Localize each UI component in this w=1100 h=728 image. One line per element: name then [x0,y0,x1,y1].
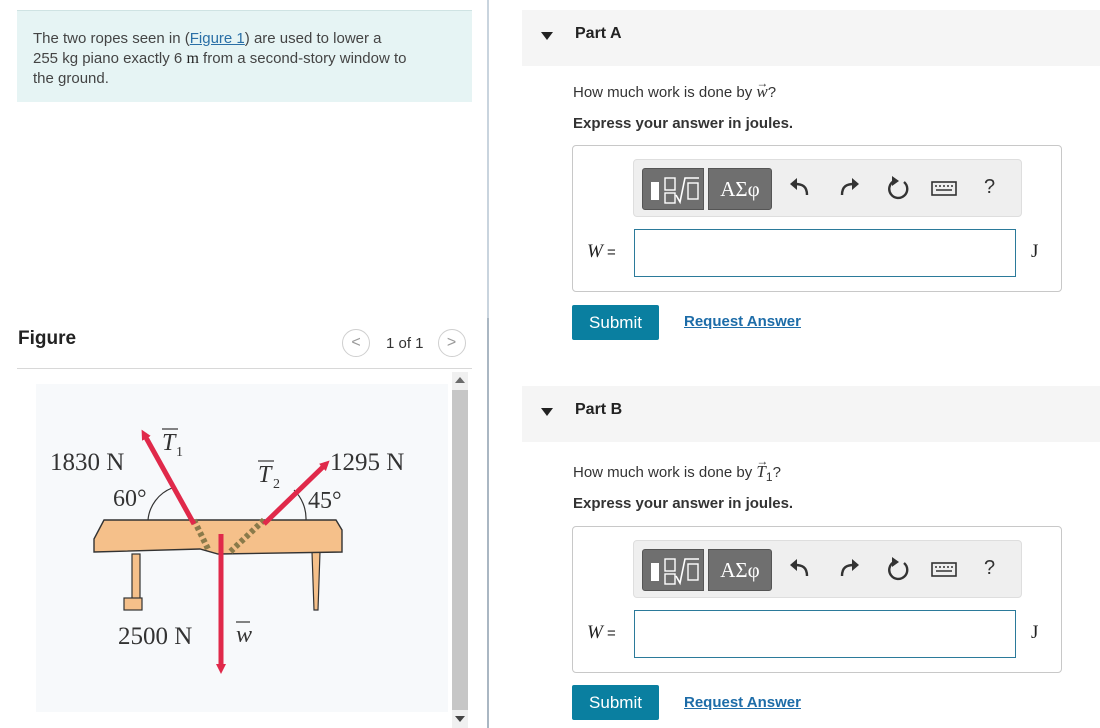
part-b-question: How much work is done by T → 1? [573,454,781,484]
part-a-question-end: ? [767,84,777,101]
templates-button[interactable] [642,549,704,591]
vector-arrow-icon: → [756,454,769,468]
part-a-input-label: W = [587,241,616,263]
piano-force-diagram: 1830 N 60° T 1 T 2 1295 N 45° 2500 N w [50,428,404,674]
figure-scrollbar[interactable] [452,372,468,728]
part-b-question-var: T → [756,454,768,481]
part-b-input-label: W = [587,622,616,644]
vector-arrow-icon: → [756,76,769,90]
scroll-down-arrow-icon[interactable] [455,716,465,722]
greek-symbols-button[interactable]: ΑΣφ [708,549,772,591]
part-a-answer-input[interactable] [634,229,1016,277]
part-a-request-answer-link[interactable]: Request Answer [684,313,801,330]
piano-pedal [123,597,143,611]
angle2-label: 45° [308,488,342,514]
part-b-question-end: ? [772,464,781,481]
problem-text-4: from a second-story window to [198,50,407,67]
scroll-thumb[interactable] [452,390,468,710]
reset-icon[interactable] [884,174,912,202]
part-a-question-var: w → [756,76,768,101]
keyboard-icon[interactable] [930,555,958,583]
part-b-submit-button[interactable]: Submit [572,685,659,720]
prev-figure-button[interactable]: < [342,329,370,357]
figure-pager: < 1 of 1 > [342,328,466,358]
part-a-submit-button[interactable]: Submit [572,305,659,340]
templates-button[interactable] [642,168,704,210]
force2-label: 1295 N [330,449,404,476]
part-b-answer-box: ΑΣφ ? W = J [572,526,1062,673]
problem-unit: m [186,50,199,67]
part-b-equals: = [602,625,616,642]
angle-arc-60 [147,487,173,521]
collapse-triangle-icon[interactable] [541,408,553,416]
part-a-title: Part A [575,25,622,42]
redo-icon[interactable] [835,174,863,202]
part-a-unit: J [1031,241,1039,262]
part-b-question-text: How much work is done by [573,464,757,481]
templates-icon [651,558,699,586]
keyboard-icon[interactable] [930,174,958,202]
figure-link[interactable]: Figure 1 [190,30,245,47]
t1-label: T [162,430,177,456]
figure-heading: Figure [18,328,77,349]
problem-text-2: ) are used to lower a [244,30,382,47]
templates-icon [651,177,699,205]
angle1-label: 60° [113,486,147,512]
part-a-instruction: Express your answer in joules. [573,115,794,132]
part-a-question: How much work is done by w →? [573,76,777,104]
scroll-up-arrow-icon[interactable] [455,377,465,383]
part-a-math-toolbar: ΑΣφ ? [633,159,1022,217]
part-b-unit: J [1031,622,1039,643]
part-b-answer-input[interactable] [634,610,1016,658]
part-b-instruction: Express your answer in joules. [573,495,794,512]
t2-sub-label: 2 [273,477,280,492]
weight-label: 2500 N [118,623,192,650]
piano-leg-right [311,551,321,611]
panel-divider-handle[interactable] [487,318,489,728]
left-panel: The two ropes seen in (Figure 1) are use… [0,0,488,728]
part-a-var-w: W [587,241,603,262]
part-b-request-answer-link[interactable]: Request Answer [684,694,801,711]
part-a-equals: = [602,244,616,261]
piano-body [93,519,343,555]
greek-symbols-button[interactable]: ΑΣφ [708,168,772,210]
piano-leg-left [131,553,141,605]
part-b-question-sub: 1 [765,470,773,484]
problem-statement: The two ropes seen in (Figure 1) are use… [17,10,472,102]
t2-label: T [258,462,273,488]
reset-icon[interactable] [884,555,912,583]
redo-icon[interactable] [835,555,863,583]
collapse-triangle-icon[interactable] [541,32,553,40]
part-a-header[interactable]: Part A [522,10,1100,66]
figure-divider [17,368,472,369]
help-icon[interactable]: ? [984,176,995,199]
part-a-question-text: How much work is done by [573,84,757,101]
figure-page-count: 1 of 1 [386,334,424,352]
part-a-answer-box: ΑΣφ ? W = J [572,145,1062,292]
part-b-title: Part B [575,401,623,418]
help-icon[interactable]: ? [984,557,995,580]
part-b-var-w: W [587,622,603,643]
undo-icon[interactable] [786,555,814,583]
figure-image: 1830 N 60° T 1 T 2 1295 N 45° 2500 N w [36,384,448,712]
force1-label: 1830 N [50,449,124,476]
problem-text-5: the ground. [33,70,109,87]
part-b-header[interactable]: Part B [522,386,1100,442]
problem-text-3: 255 kg piano exactly 6 [33,50,187,67]
w-label: w [236,622,252,648]
undo-icon[interactable] [786,174,814,202]
part-b-math-toolbar: ΑΣφ ? [633,540,1022,598]
problem-text-1: The two ropes seen in ( [33,30,190,47]
t1-sub-label: 1 [176,445,183,460]
next-figure-button[interactable]: > [437,329,466,357]
